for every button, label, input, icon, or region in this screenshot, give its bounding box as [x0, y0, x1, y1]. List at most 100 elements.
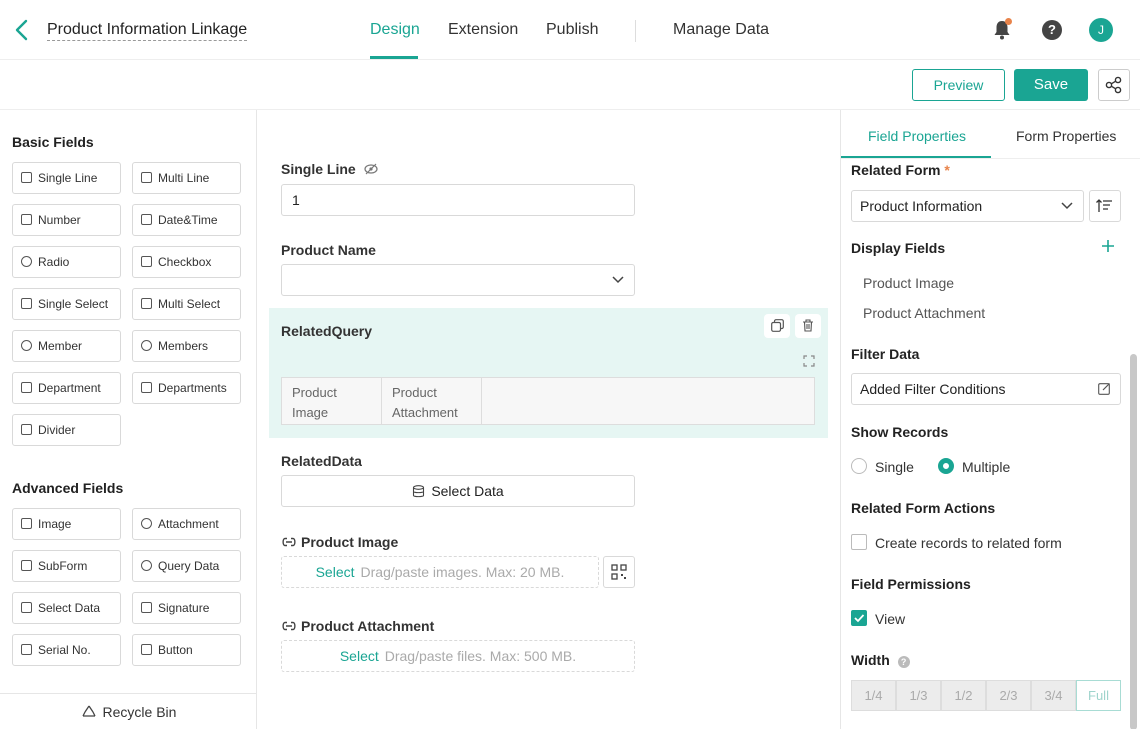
display-field-item[interactable]: Product Image [863, 275, 954, 291]
add-display-field-button[interactable] [1100, 238, 1116, 254]
view-permission-checkbox[interactable] [851, 610, 867, 626]
field-radio[interactable]: Radio [12, 246, 121, 278]
field-label: Button [158, 643, 193, 657]
radio-icon [21, 256, 32, 267]
copy-button[interactable] [764, 314, 790, 338]
tab-design[interactable]: Design [370, 20, 420, 40]
image-upload-zone[interactable]: Select Drag/paste images. Max: 20 MB. [281, 556, 599, 588]
attachment-upload-zone[interactable]: Select Drag/paste files. Max: 500 MB. [281, 640, 635, 672]
active-tab-indicator [841, 156, 991, 158]
field-departments[interactable]: Departments [132, 372, 241, 404]
number-icon [21, 214, 32, 225]
field-label: Radio [38, 255, 70, 269]
image-select-link[interactable]: Select [316, 564, 355, 580]
width-option-half[interactable]: 1/2 [941, 680, 986, 711]
field-label: Signature [158, 601, 210, 615]
field-label: Date&Time [158, 213, 218, 227]
column-title-line: Product [292, 385, 337, 400]
field-subform[interactable]: SubForm [12, 550, 121, 582]
field-members[interactable]: Members [132, 330, 241, 362]
width-option-third[interactable]: 1/3 [896, 680, 941, 711]
tab-publish[interactable]: Publish [546, 20, 598, 40]
show-records-label: Show Records [851, 424, 949, 440]
select-data-label: Select Data [431, 483, 504, 499]
sort-button[interactable] [1089, 190, 1121, 222]
display-field-item[interactable]: Product Attachment [863, 305, 985, 321]
create-records-label: Create records to related form [875, 535, 1062, 551]
save-button[interactable]: Save [1014, 69, 1088, 101]
field-divider[interactable]: Divider [12, 414, 121, 446]
width-option-quarter[interactable]: 1/4 [851, 680, 896, 711]
subform-icon [21, 560, 32, 571]
column-title-line: Product [392, 385, 437, 400]
filter-data-label: Filter Data [851, 346, 920, 362]
properties-scrollbar[interactable] [1130, 354, 1137, 729]
create-records-checkbox[interactable] [851, 534, 867, 550]
expand-button[interactable] [803, 354, 815, 367]
help-icon[interactable]: ? [1042, 20, 1062, 40]
field-member[interactable]: Member [12, 330, 121, 362]
display-fields-label: Display Fields [851, 240, 946, 256]
check-icon [854, 614, 865, 623]
related-form-select[interactable]: Product Information [851, 190, 1084, 222]
field-date-time[interactable]: Date&Time [132, 204, 241, 236]
tab-extension[interactable]: Extension [448, 20, 518, 40]
product-name-select[interactable] [281, 264, 635, 296]
field-image[interactable]: Image [12, 508, 121, 540]
product-attachment-label-text: Product Attachment [301, 618, 435, 634]
product-name-label: Product Name [281, 242, 376, 258]
trash-icon [803, 319, 813, 332]
field-multi-select[interactable]: Multi Select [132, 288, 241, 320]
field-serial-no[interactable]: Serial No. [12, 634, 121, 666]
field-query-data[interactable]: Query Data [132, 550, 241, 582]
field-single-select[interactable]: Single Select [12, 288, 121, 320]
filter-data-field[interactable]: Added Filter Conditions [851, 373, 1121, 405]
width-option-three-quarters[interactable]: 3/4 [1031, 680, 1076, 711]
share-button[interactable] [1098, 69, 1130, 101]
tab-form-properties[interactable]: Form Properties [1016, 128, 1116, 144]
field-button[interactable]: Button [132, 634, 241, 666]
column-title-line: Attachment [392, 405, 458, 420]
delete-button[interactable] [795, 314, 821, 338]
copy-icon [770, 319, 784, 332]
field-label: Divider [38, 423, 76, 437]
attachment-icon [141, 518, 152, 529]
tab-manage-data[interactable]: Manage Data [673, 20, 769, 40]
single-line-input[interactable]: 1 [281, 184, 635, 216]
tab-field-properties[interactable]: Field Properties [868, 128, 966, 144]
field-number[interactable]: Number [12, 204, 121, 236]
qr-upload-button[interactable] [603, 556, 635, 588]
radio-multiple[interactable] [938, 458, 954, 474]
attachment-select-link[interactable]: Select [340, 648, 379, 664]
field-department[interactable]: Department [12, 372, 121, 404]
avatar[interactable]: J [1089, 18, 1113, 42]
product-image-label: Product Image [281, 534, 398, 550]
app-title[interactable]: Product Information Linkage [47, 20, 248, 41]
back-button[interactable] [12, 18, 36, 42]
related-data-label: RelatedData [281, 453, 362, 469]
multi-line-icon [141, 172, 152, 183]
recycle-bin-button[interactable]: Recycle Bin [0, 693, 257, 729]
field-label: Image [38, 517, 72, 531]
required-mark: * [944, 162, 950, 178]
radio-single[interactable] [851, 458, 867, 474]
field-select-data[interactable]: Select Data [12, 592, 121, 624]
field-single-line[interactable]: Single Line [12, 162, 121, 194]
image-upload-hint: Drag/paste images. Max: 20 MB. [360, 564, 565, 580]
field-permissions-label: Field Permissions [851, 576, 971, 592]
field-checkbox[interactable]: Checkbox [132, 246, 241, 278]
related-form-value: Product Information [860, 198, 983, 214]
field-signature[interactable]: Signature [132, 592, 241, 624]
width-label-text: Width [851, 652, 890, 668]
field-attachment[interactable]: Attachment [132, 508, 241, 540]
view-permission-label: View [875, 611, 906, 627]
share-icon [1105, 76, 1122, 94]
preview-button[interactable]: Preview [912, 69, 1005, 101]
width-option-two-thirds[interactable]: 2/3 [986, 680, 1031, 711]
field-label: Single Select [38, 297, 109, 311]
radio-single-label: Single [875, 459, 914, 475]
select-data-button[interactable]: Select Data [281, 475, 635, 507]
field-multi-line[interactable]: Multi Line [132, 162, 241, 194]
width-option-full[interactable]: Full [1076, 680, 1121, 711]
divider-icon [21, 424, 32, 435]
